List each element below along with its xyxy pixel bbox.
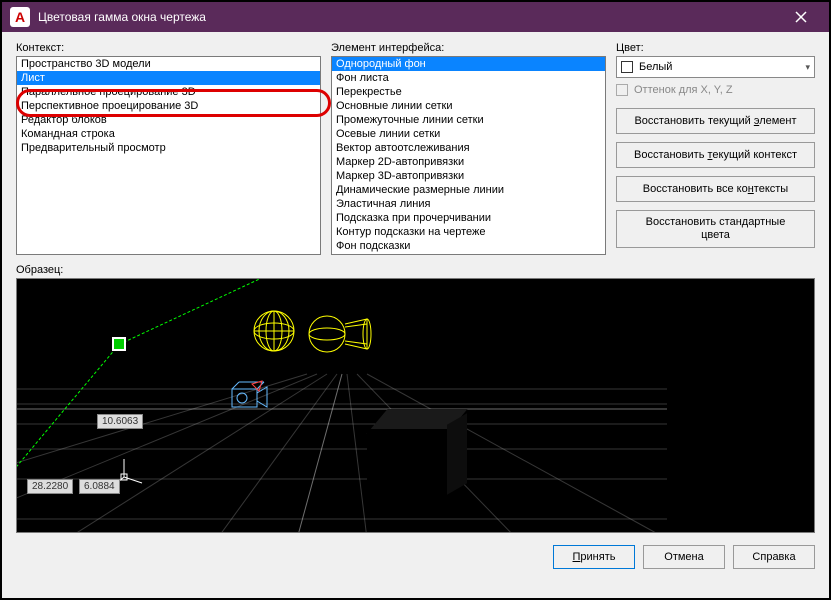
coord-y: 6.0884 (79, 479, 120, 494)
restore-current-element-button[interactable]: Восстановить текущий элемент (616, 108, 815, 134)
element-item[interactable]: Маркер 2D-автопривязки (332, 155, 605, 169)
element-listbox[interactable]: Однородный фонФон листаПерекрестьеОсновн… (331, 56, 606, 255)
element-item[interactable]: Фон подсказки (332, 239, 605, 253)
element-item[interactable]: Контур подсказки на чертеже (332, 225, 605, 239)
coord-z: 10.6063 (97, 414, 143, 429)
ok-button[interactable]: Принять (553, 545, 635, 569)
restore-current-context-button[interactable]: Восстановить текущий контекст (616, 142, 815, 168)
context-item[interactable]: Лист (17, 71, 320, 85)
context-item[interactable]: Предварительный просмотр (17, 141, 320, 155)
sample-label: Образец: (16, 264, 815, 276)
tint-checkbox[interactable] (616, 84, 628, 96)
context-label: Контекст: (16, 42, 321, 54)
close-button[interactable] (781, 2, 821, 32)
titlebar: A Цветовая гамма окна чертежа (2, 2, 829, 32)
restore-all-contexts-button[interactable]: Восстановить все контексты (616, 176, 815, 202)
element-item[interactable]: Эластичная линия (332, 197, 605, 211)
app-icon: A (10, 7, 30, 27)
close-icon (795, 11, 807, 23)
element-item[interactable]: Фон листа (332, 71, 605, 85)
element-item[interactable]: Вектор автоотслеживания (332, 141, 605, 155)
help-button[interactable]: Справка (733, 545, 815, 569)
tint-checkbox-row[interactable]: Оттенок для X, Y, Z (616, 84, 815, 96)
color-combobox[interactable]: Белый ▾ (616, 56, 815, 78)
coord-x: 28.2280 (27, 479, 73, 494)
camera-icon (227, 379, 272, 414)
window-title: Цветовая гамма окна чертежа (38, 10, 781, 24)
element-item[interactable]: Маркер 3D-автопривязки (332, 169, 605, 183)
sample-preview: 10.6063 28.2280 6.0884 (16, 278, 815, 533)
cube-icon (367, 409, 467, 499)
element-item[interactable]: Однородный фон (332, 57, 605, 71)
element-item[interactable]: Динамические размерные линии (332, 183, 605, 197)
element-item[interactable]: Осевые линии сетки (332, 127, 605, 141)
context-item[interactable]: Командная строка (17, 127, 320, 141)
tint-label: Оттенок для X, Y, Z (634, 84, 733, 96)
color-value: Белый (639, 61, 805, 73)
context-item[interactable]: Перспективное проецирование 3D (17, 99, 320, 113)
context-item[interactable]: Редактор блоков (17, 113, 320, 127)
track-handle-icon (112, 337, 126, 351)
color-swatch-icon (621, 61, 633, 73)
restore-standard-colors-button[interactable]: Восстановить стандартныецвета (616, 210, 815, 248)
light-icon (307, 309, 377, 359)
sphere-icon (252, 309, 297, 354)
color-label: Цвет: (616, 42, 815, 54)
context-listbox[interactable]: Пространство 3D моделиЛистПараллельное п… (16, 56, 321, 255)
context-item[interactable]: Пространство 3D модели (17, 57, 320, 71)
element-label: Элемент интерфейса: (331, 42, 606, 54)
cancel-button[interactable]: Отмена (643, 545, 725, 569)
element-item[interactable]: Основные линии сетки (332, 99, 605, 113)
element-item[interactable]: Источники света (332, 253, 605, 255)
element-item[interactable]: Подсказка при прочерчивании (332, 211, 605, 225)
element-item[interactable]: Перекрестье (332, 85, 605, 99)
element-item[interactable]: Промежуточные линии сетки (332, 113, 605, 127)
context-item[interactable]: Параллельное проецирование 3D (17, 85, 320, 99)
chevron-down-icon: ▾ (805, 62, 810, 73)
